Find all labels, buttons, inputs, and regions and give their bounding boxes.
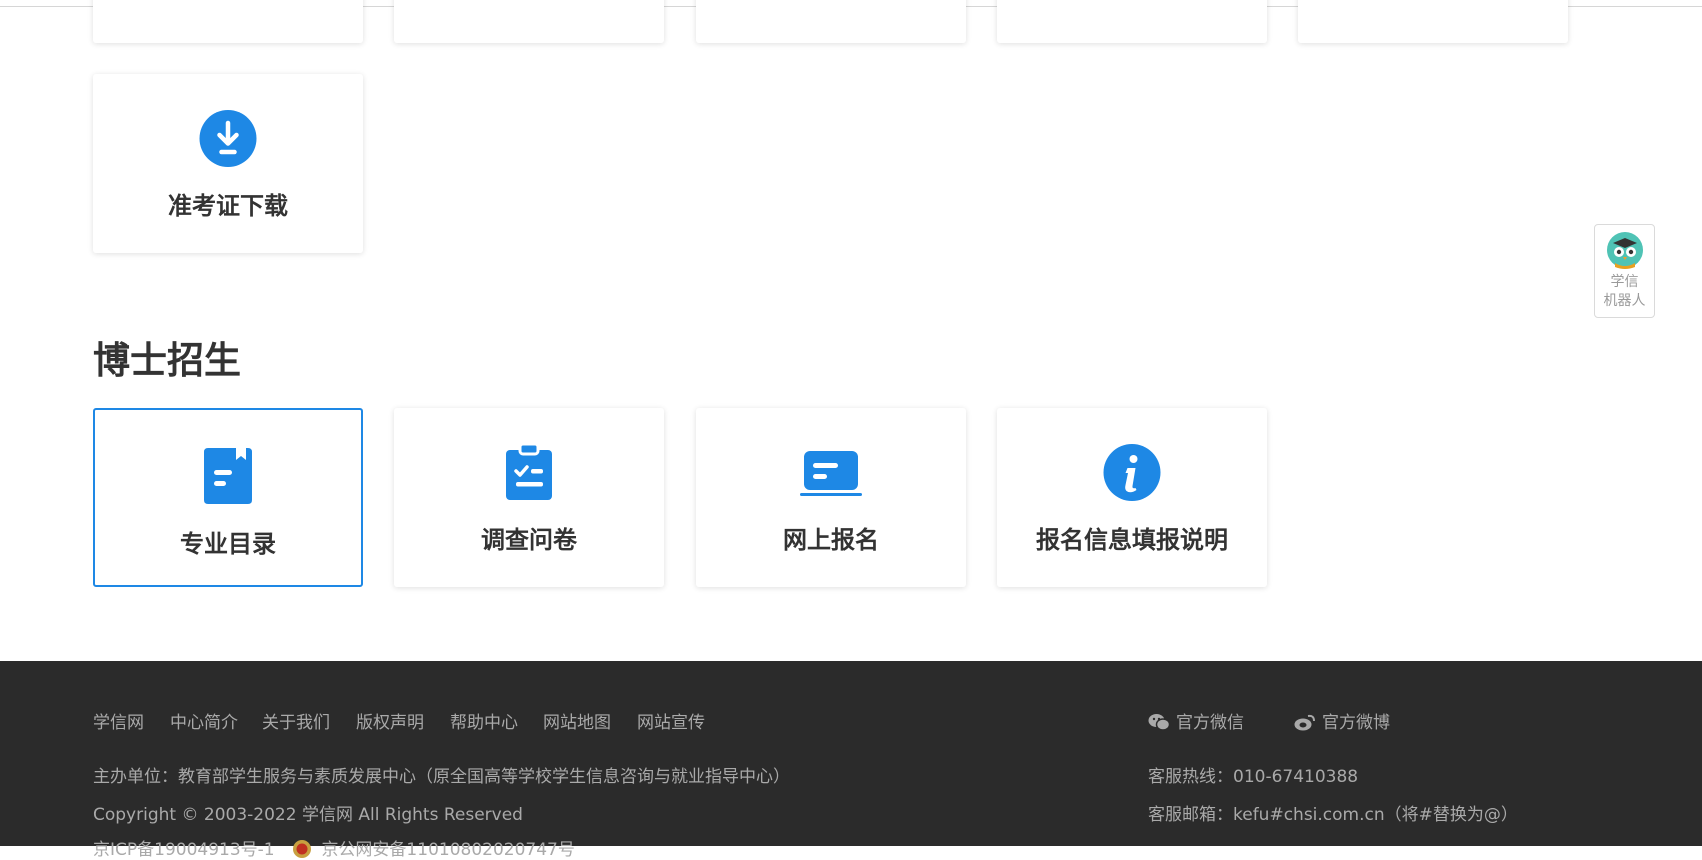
card-label: 调查问卷 [481, 526, 577, 554]
footer-email: 客服邮箱：kefu#chsi.com.cn（将#替换为@） [1148, 805, 1518, 825]
registration-guide-card[interactable]: 报名信息填报说明 [997, 408, 1267, 587]
footer-link-chsi[interactable]: 学信网 [93, 708, 144, 733]
major-catalog-card[interactable]: 专业目录 [93, 408, 363, 587]
partial-card[interactable] [93, 0, 363, 43]
footer-link-promo[interactable]: 网站宣传 [637, 708, 705, 733]
download-icon [199, 110, 257, 167]
robot-avatar-icon [1607, 232, 1643, 269]
partial-card[interactable] [696, 0, 966, 43]
footer-sponsor: 主办单位：教育部学生服务与素质发展中心（原全国高等学校学生信息咨询与就业指导中心… [93, 767, 790, 787]
card-label: 准考证下载 [168, 192, 288, 220]
partial-card[interactable] [394, 0, 664, 43]
footer-weibo-link[interactable]: 官方微博 [1294, 708, 1390, 733]
footer-copyright: Copyright © 2003-2022 学信网 All Rights Res… [93, 805, 523, 825]
footer-link-about-us[interactable]: 关于我们 [262, 708, 330, 733]
laptop-form-icon [800, 451, 862, 496]
card-label: 专业目录 [180, 530, 276, 558]
police-record-number[interactable]: 京公网安备11010802020747号 [321, 840, 574, 860]
section-title: 博士招生 [93, 339, 241, 382]
admission-ticket-download-card[interactable]: 准考证下载 [93, 74, 363, 253]
police-badge-icon [293, 840, 312, 858]
footer-link-sitemap[interactable]: 网站地图 [543, 708, 611, 733]
partial-card[interactable] [997, 0, 1267, 43]
online-registration-card[interactable]: 网上报名 [696, 408, 966, 587]
robot-label: 学信 机器人 [1603, 274, 1646, 309]
card-label: 报名信息填报说明 [1036, 526, 1228, 554]
weibo-icon [1294, 714, 1315, 731]
chat-robot-widget[interactable]: 学信 机器人 [1594, 224, 1655, 318]
info-icon [1103, 444, 1161, 501]
footer-wechat-link[interactable]: 官方微信 [1148, 708, 1244, 733]
bookmark-doc-icon [204, 448, 252, 504]
site-footer: 学信网 中心简介 关于我们 版权声明 帮助中心 网站地图 网站宣传 官方微信 官… [0, 661, 1702, 860]
footer-link-about-center[interactable]: 中心简介 [170, 708, 238, 733]
partial-card[interactable] [1298, 0, 1568, 43]
card-label: 网上报名 [783, 526, 879, 554]
wechat-icon [1148, 714, 1171, 731]
footer-link-copyright[interactable]: 版权声明 [356, 708, 424, 733]
footer-icp: 京ICP备19004913号-1 京公网安备11010802020747号 [93, 835, 575, 860]
footer-hotline: 客服热线：010-67410388 [1148, 767, 1359, 787]
icp-number[interactable]: 京ICP备19004913号-1 [93, 840, 275, 860]
survey-card[interactable]: 调查问卷 [394, 408, 664, 587]
footer-link-help[interactable]: 帮助中心 [450, 708, 518, 733]
clipboard-check-icon [506, 444, 552, 500]
